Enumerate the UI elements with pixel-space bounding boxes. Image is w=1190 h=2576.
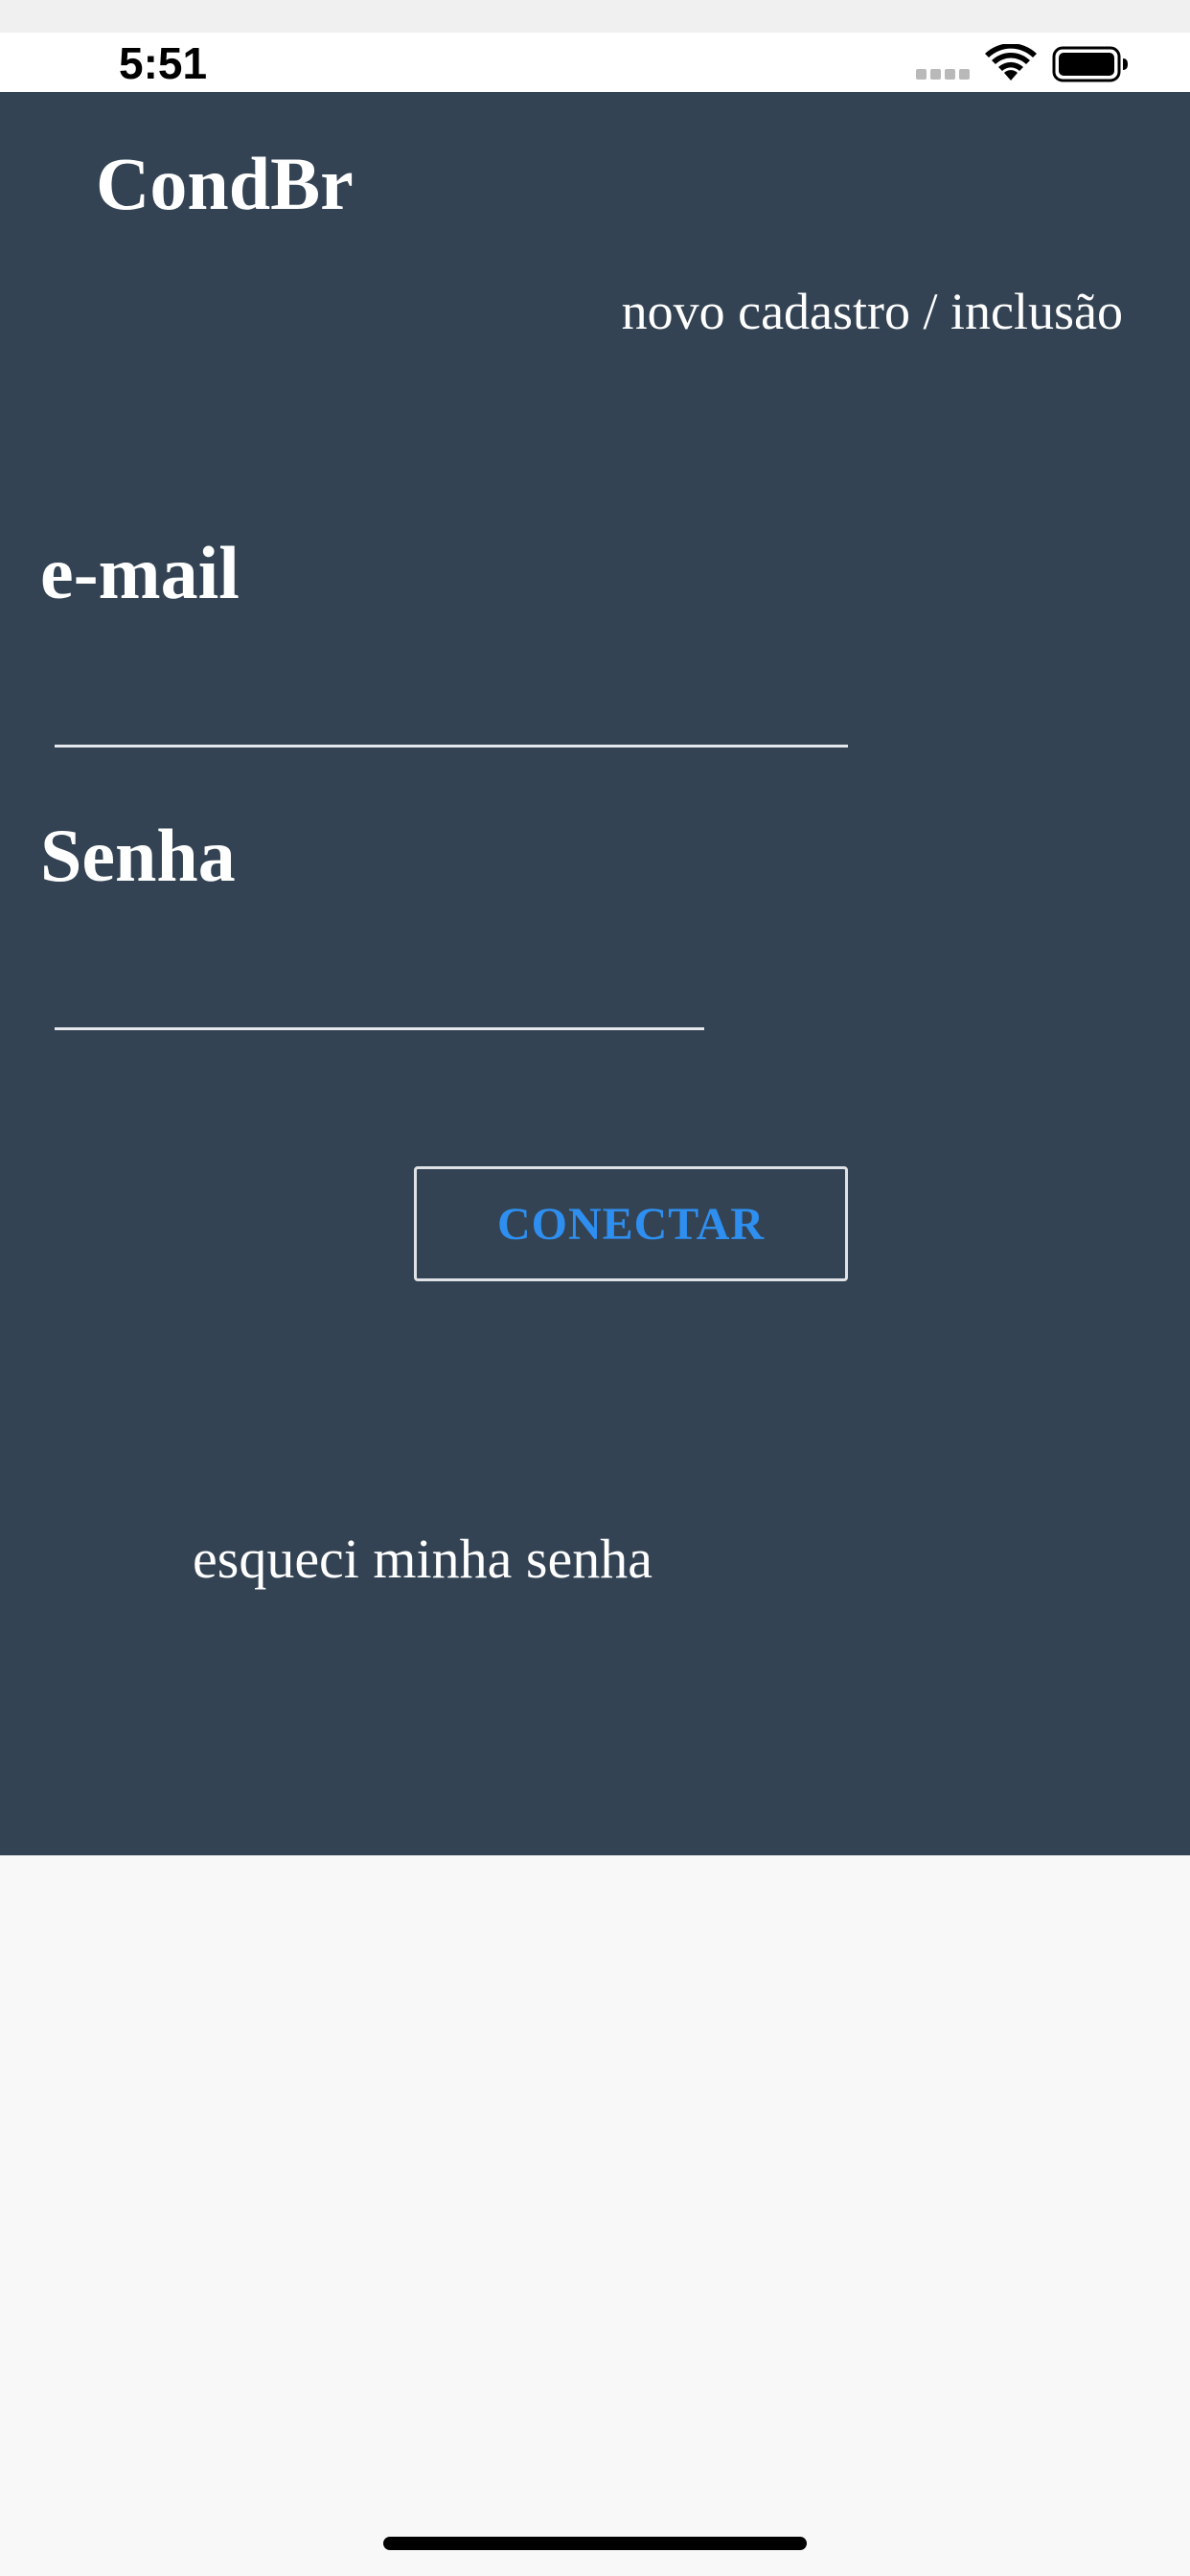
app-title: CondBr: [96, 142, 354, 225]
connect-button[interactable]: CONECTAR: [414, 1166, 848, 1281]
top-margin: [0, 0, 1190, 33]
wifi-icon: [985, 44, 1037, 80]
signal-dots-icon: [916, 69, 970, 80]
email-input[interactable]: [55, 684, 848, 748]
forgot-password-link[interactable]: esqueci minha senha: [193, 1531, 652, 1587]
password-input[interactable]: [55, 967, 704, 1030]
status-time: 5:51: [119, 38, 208, 88]
password-label: Senha: [40, 814, 236, 897]
register-link[interactable]: novo cadastro / inclusão: [622, 286, 1123, 337]
email-label: e-mail: [40, 531, 240, 614]
login-panel: CondBr novo cadastro / inclusão e-mail S…: [0, 92, 1190, 1855]
status-bar: 5:51: [0, 33, 1190, 92]
battery-icon: [1052, 46, 1128, 82]
home-indicator[interactable]: [383, 2537, 807, 2550]
